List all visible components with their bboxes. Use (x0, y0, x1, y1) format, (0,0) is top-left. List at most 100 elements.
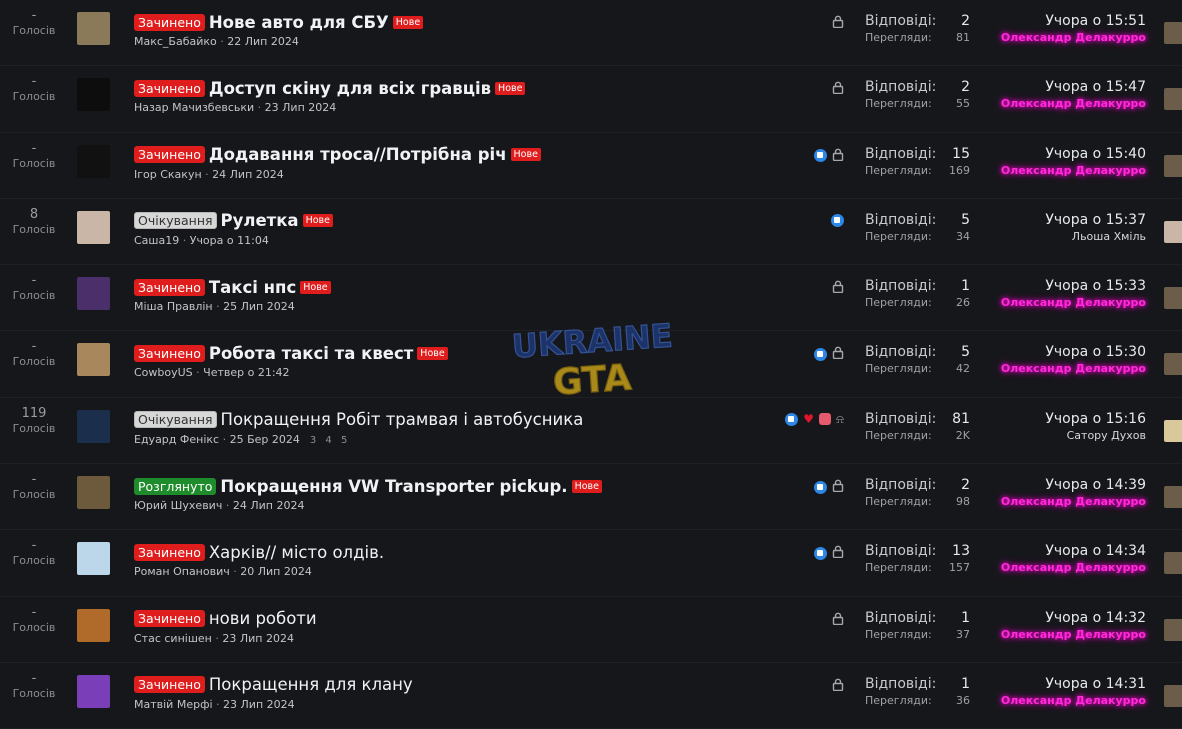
meta-separator: · (229, 565, 241, 579)
thread-author-link[interactable]: Юрий Шухевич (134, 499, 222, 512)
thread-start-date[interactable]: 23 Лип 2024 (265, 101, 337, 114)
thread-author-link[interactable]: Ігор Скакун (134, 168, 202, 181)
thread-prefix-badge[interactable]: Зачинено (134, 543, 205, 561)
last-post-date[interactable]: Учора о 15:37 (946, 211, 1146, 229)
votes-label: Голосів (12, 554, 56, 568)
views-label: Перегляди: (865, 97, 932, 111)
thread-start-date[interactable]: 23 Лип 2024 (222, 632, 294, 645)
last-post-date[interactable]: Учора о 14:39 (946, 476, 1146, 494)
last-poster-avatar[interactable] (1164, 552, 1182, 575)
thread-prefix-badge[interactable]: Зачинено (134, 79, 205, 97)
thread-start-date[interactable]: 25 Бер 2024 (230, 433, 300, 446)
thread-title-link[interactable]: Нове авто для СБУ (209, 13, 389, 32)
last-post-user[interactable]: Олександр Делакурро (946, 693, 1146, 709)
author-avatar[interactable] (77, 210, 110, 244)
lock-icon (832, 346, 844, 362)
thread-title-link[interactable]: Покращення для клану (209, 675, 413, 694)
last-post-user[interactable]: Олександр Делакурро (946, 494, 1146, 510)
thread-prefix-badge[interactable]: Очікування (134, 411, 217, 429)
last-post-date[interactable]: Учора о 15:40 (946, 145, 1146, 163)
thread-author-link[interactable]: Матвій Мерфі (134, 698, 213, 711)
last-post-user[interactable]: Олександр Делакурро (946, 30, 1146, 46)
thread-author-link[interactable]: Макс_Бабайко (134, 35, 217, 48)
author-avatar[interactable] (77, 277, 110, 311)
author-avatar[interactable] (77, 542, 110, 576)
last-post-user[interactable]: Олександр Делакурро (946, 295, 1146, 311)
author-avatar[interactable] (77, 343, 110, 377)
thread-main: Очікування Рулетка Нове Саша19 · Учора о 11… (134, 210, 774, 247)
thread-author-link[interactable]: Саша19 (134, 234, 179, 247)
author-avatar[interactable] (77, 144, 110, 178)
last-poster-avatar[interactable] (1164, 684, 1182, 707)
last-post-date[interactable]: Учора о 14:34 (946, 542, 1146, 560)
thread-title-link[interactable]: Робота таксі та квест (209, 344, 413, 363)
thread-prefix-badge[interactable]: Зачинено (134, 676, 205, 694)
last-post-date[interactable]: Учора о 15:33 (946, 277, 1146, 295)
thread-title-line: Очікування Покращення Робіт трамвая і авт… (134, 409, 774, 431)
last-post-user[interactable]: Сатору Духов (946, 428, 1146, 444)
last-post-user[interactable]: Олександр Делакурро (946, 361, 1146, 377)
last-poster-avatar[interactable] (1164, 486, 1182, 509)
page-jump-links[interactable]: 3 4 5 (310, 435, 350, 446)
thread-title-link[interactable]: Таксі нпс (209, 278, 296, 297)
thread-prefix-badge[interactable]: Зачинено (134, 278, 205, 296)
views-label: Перегляди: (865, 561, 932, 575)
last-post-date[interactable]: Учора о 15:47 (946, 78, 1146, 96)
thread-title-link[interactable]: Покращення VW Transporter pickup. (220, 477, 567, 496)
thread-author-link[interactable]: Едуард Фенікс (134, 433, 219, 446)
last-post-user[interactable]: Олександр Делакурро (946, 96, 1146, 112)
thread-main: Очікування Покращення Робіт трамвая і авт… (134, 409, 774, 446)
thread-title-link[interactable]: Доступ скіну для всіх гравців (209, 79, 491, 98)
last-poster-avatar[interactable] (1164, 419, 1182, 442)
author-avatar[interactable] (77, 12, 110, 45)
thread-start-date[interactable]: 24 Лип 2024 (212, 168, 284, 181)
last-post-date[interactable]: Учора о 14:32 (946, 609, 1146, 627)
thread-prefix-badge[interactable]: Розглянуто (134, 477, 217, 495)
author-avatar[interactable] (77, 78, 110, 112)
last-post-date[interactable]: Учора о 14:31 (946, 675, 1146, 693)
author-avatar[interactable] (77, 476, 110, 510)
thread-title-link[interactable]: нови роботи (209, 609, 317, 628)
last-post-user[interactable]: Льоша Хміль (946, 229, 1146, 245)
last-poster-avatar[interactable] (1164, 22, 1182, 44)
thread-start-date[interactable]: 20 Лип 2024 (240, 565, 312, 578)
last-post-user[interactable]: Олександр Делакурро (946, 163, 1146, 179)
last-poster-avatar[interactable] (1164, 154, 1182, 177)
thread-title-link[interactable]: Харків// місто олдів. (209, 543, 384, 562)
thread-start-date[interactable]: 23 Лип 2024 (223, 698, 295, 711)
thread-prefix-badge[interactable]: Зачинено (134, 344, 205, 362)
vote-count: - Голосів (0, 74, 68, 104)
thread-author-link[interactable]: Стас синішен (134, 632, 212, 645)
thread-main: Зачинено Додавання троса//Потрібна річ Нов… (134, 144, 774, 181)
author-avatar[interactable] (77, 674, 110, 708)
last-post-user[interactable]: Олександр Делакурро (946, 560, 1146, 576)
last-post-user[interactable]: Олександр Делакурро (946, 627, 1146, 643)
last-poster-avatar[interactable] (1164, 618, 1182, 641)
thread-start-date[interactable]: 25 Лип 2024 (223, 300, 295, 313)
thread-author-link[interactable]: Назар Мачизбевськи (134, 101, 254, 114)
thread-author-link[interactable]: Міша Правлін (134, 300, 213, 313)
last-poster-avatar[interactable] (1164, 88, 1182, 111)
last-poster-avatar[interactable] (1164, 353, 1182, 376)
thread-prefix-badge[interactable]: Зачинено (134, 13, 205, 31)
last-poster-avatar[interactable] (1164, 287, 1182, 310)
last-post-date[interactable]: Учора о 15:30 (946, 343, 1146, 361)
thread-start-date[interactable]: Учора о 11:04 (190, 234, 269, 247)
author-avatar[interactable] (77, 409, 110, 443)
thread-author-link[interactable]: CowboyUS (134, 366, 193, 379)
thread-start-date[interactable]: Четвер о 21:42 (203, 366, 289, 379)
thread-prefix-badge[interactable]: Зачинено (134, 610, 205, 628)
last-post-date[interactable]: Учора о 15:16 (946, 410, 1146, 428)
thread-author-link[interactable]: Роман Опанович (134, 565, 230, 578)
thread-start-date[interactable]: 24 Лип 2024 (233, 499, 305, 512)
author-avatar[interactable] (77, 608, 110, 642)
thread-prefix-badge[interactable]: Зачинено (134, 146, 205, 164)
thread-title-link[interactable]: Додавання троса//Потрібна річ (209, 145, 507, 164)
thread-prefix-badge[interactable]: Очікування (134, 212, 217, 230)
thread-meta: Роман Опанович · 20 Лип 2024 (134, 565, 774, 578)
last-poster-avatar[interactable] (1164, 220, 1182, 243)
last-post-date[interactable]: Учора о 15:51 (946, 12, 1146, 30)
thread-title-link[interactable]: Рулетка (221, 211, 299, 230)
thread-title-link[interactable]: Покращення Робіт трамвая і автобусника (221, 410, 584, 429)
thread-start-date[interactable]: 22 Лип 2024 (227, 35, 299, 48)
